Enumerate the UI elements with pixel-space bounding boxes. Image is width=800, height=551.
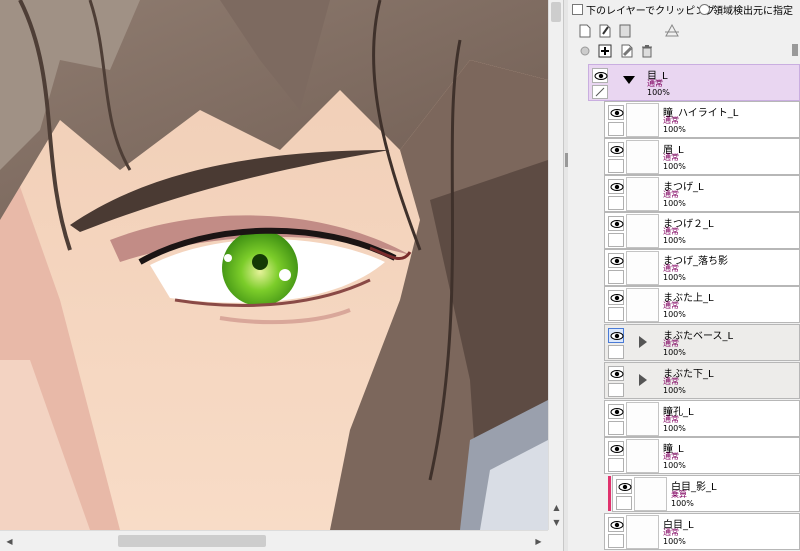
layer-opacity: 100% <box>663 199 686 208</box>
folder-expand-icon[interactable] <box>639 374 647 386</box>
layer-folder-lid-base-l[interactable]: まぶたベース_L 通常 100% <box>604 324 800 361</box>
scroll-left-icon[interactable]: ◀ <box>2 534 17 549</box>
folder-collapse-icon[interactable] <box>623 76 635 84</box>
layer-opacity: 100% <box>663 125 686 134</box>
layer-folder-eye-l[interactable]: 目_L 通常 100% <box>588 64 800 101</box>
layer-panel-scroll-thumb[interactable] <box>792 44 798 56</box>
layer-opacity: 100% <box>663 236 686 245</box>
clear-layer-icon[interactable] <box>620 44 634 58</box>
visibility-eye-icon[interactable] <box>608 328 624 343</box>
layer-opacity: 100% <box>663 162 686 171</box>
layer-opacity: 100% <box>663 386 686 395</box>
visibility-eye-icon[interactable] <box>608 366 624 381</box>
new-folder-icon[interactable] <box>618 24 632 38</box>
drawing-canvas[interactable] <box>0 0 548 530</box>
visibility-eye-icon[interactable] <box>608 441 624 456</box>
layer-opacity: 100% <box>663 461 686 470</box>
visibility-eye-icon[interactable] <box>608 216 624 231</box>
scroll-up-icon[interactable]: ▲ <box>549 500 564 515</box>
layer-opacity: 100% <box>663 537 686 546</box>
clipping-label: 下のレイヤーでクリッピング <box>586 5 716 17</box>
horizontal-scrollbar[interactable]: ◀ ▶ <box>0 530 548 551</box>
layer-folder-lower-lid-l[interactable]: まぶた下_L 通常 100% <box>604 362 800 399</box>
layer-thumbnail <box>626 439 659 473</box>
selection-source-option[interactable]: 領域検出元に指定 <box>699 2 793 17</box>
visibility-eye-icon[interactable] <box>608 404 624 419</box>
visibility-eye-icon[interactable] <box>608 253 624 268</box>
layer-lock-icon[interactable] <box>608 122 624 136</box>
paint-tool-window: ▲ ▼ ◀ ▶ 下のレイヤーでクリッピング 領域検出元に指定 目_L 通常 10… <box>0 0 800 551</box>
layer-lock-icon[interactable] <box>608 159 624 173</box>
layer-panel: 下のレイヤーでクリッピング 領域検出元に指定 目_L 通常 100% 瞳_ハイラ… <box>568 0 800 551</box>
visibility-eye-icon[interactable] <box>616 479 632 494</box>
visibility-eye-icon[interactable] <box>608 290 624 305</box>
layer-lock-icon[interactable] <box>608 383 624 397</box>
merge-down-icon[interactable] <box>598 44 612 58</box>
folder-expand-icon[interactable] <box>639 336 647 348</box>
clipping-checkbox[interactable] <box>572 3 583 15</box>
canvas-illustration <box>0 0 548 530</box>
layer-thumbnail <box>626 402 659 436</box>
layer-opacity: 100% <box>663 424 686 433</box>
layer-thumbnail <box>626 177 659 211</box>
layer-thumbnail <box>626 214 659 248</box>
horizontal-scroll-thumb[interactable] <box>118 535 266 547</box>
layer-sclera-l[interactable]: 白目_L 通常 100% <box>604 513 800 550</box>
layer-lashes-l[interactable]: まつげ_L 通常 100% <box>604 175 800 212</box>
visibility-eye-icon[interactable] <box>608 179 624 194</box>
visibility-eye-icon[interactable] <box>608 517 624 532</box>
layer-pupil-highlight-l[interactable]: 瞳_ハイライト_L 通常 100% <box>604 101 800 138</box>
layer-lashes2-l[interactable]: まつげ２_L 通常 100% <box>604 212 800 249</box>
layer-lock-icon[interactable] <box>608 345 624 359</box>
layer-thumbnail <box>626 288 659 322</box>
new-layer-icon[interactable] <box>578 24 592 38</box>
transfer-down-icon[interactable] <box>578 44 592 58</box>
clipping-option[interactable]: 下のレイヤーでクリッピング <box>572 2 716 17</box>
layer-lock-icon[interactable] <box>608 421 624 435</box>
layer-opacity: 100% <box>671 499 694 508</box>
layer-thumbnail <box>626 515 659 549</box>
vertical-scrollbar[interactable]: ▲ ▼ <box>548 0 563 530</box>
delete-layer-icon[interactable] <box>640 44 654 58</box>
layer-sclera-shadow-l[interactable]: 白目_影_L 乗算 100% <box>608 475 800 512</box>
clipping-indicator <box>608 476 611 511</box>
visibility-eye-icon[interactable] <box>608 105 624 120</box>
scrollbar-corner <box>548 530 563 551</box>
layer-lock-icon[interactable] <box>608 196 624 210</box>
vertical-scroll-thumb[interactable] <box>551 2 561 22</box>
layer-thumbnail <box>626 251 659 285</box>
layer-opacity: 100% <box>647 88 670 97</box>
layer-thumbnail <box>626 103 659 137</box>
layer-lock-icon[interactable] <box>608 458 624 472</box>
layer-pupil-center-l[interactable]: 瞳孔_L 通常 100% <box>604 400 800 437</box>
layer-lock-icon[interactable] <box>608 534 624 548</box>
visibility-eye-icon[interactable] <box>608 142 624 157</box>
layer-properties-icon[interactable] <box>664 23 679 38</box>
visibility-eye-icon[interactable] <box>592 68 608 83</box>
layer-eyebrow-l[interactable]: 眉_L 通常 100% <box>604 138 800 175</box>
layer-lock-icon[interactable] <box>608 233 624 247</box>
layer-lock-icon[interactable] <box>616 496 632 510</box>
scroll-down-icon[interactable]: ▼ <box>549 515 564 530</box>
layer-opacity: 100% <box>663 310 686 319</box>
layer-list: 目_L 通常 100% 瞳_ハイライト_L 通常 100% 眉_L 通常 100… <box>568 64 800 551</box>
layer-thumbnail <box>626 140 659 174</box>
layer-opacity: 100% <box>663 348 686 357</box>
layer-thumbnail <box>634 477 667 511</box>
layer-lash-shadow[interactable]: まつげ_落ち影 通常 100% <box>604 249 800 286</box>
layer-lock-icon[interactable] <box>592 85 608 99</box>
layer-opacity: 100% <box>663 273 686 282</box>
selection-source-label: 領域検出元に指定 <box>713 5 793 17</box>
layer-lock-icon[interactable] <box>608 270 624 284</box>
layer-lock-icon[interactable] <box>608 307 624 321</box>
new-pen-layer-icon[interactable] <box>598 24 612 38</box>
layer-iris-l[interactable]: 瞳_L 通常 100% <box>604 437 800 474</box>
layer-upper-lid-l[interactable]: まぶた上_L 通常 100% <box>604 286 800 323</box>
scroll-right-icon[interactable]: ▶ <box>531 534 546 549</box>
selection-source-radio[interactable] <box>699 3 710 15</box>
